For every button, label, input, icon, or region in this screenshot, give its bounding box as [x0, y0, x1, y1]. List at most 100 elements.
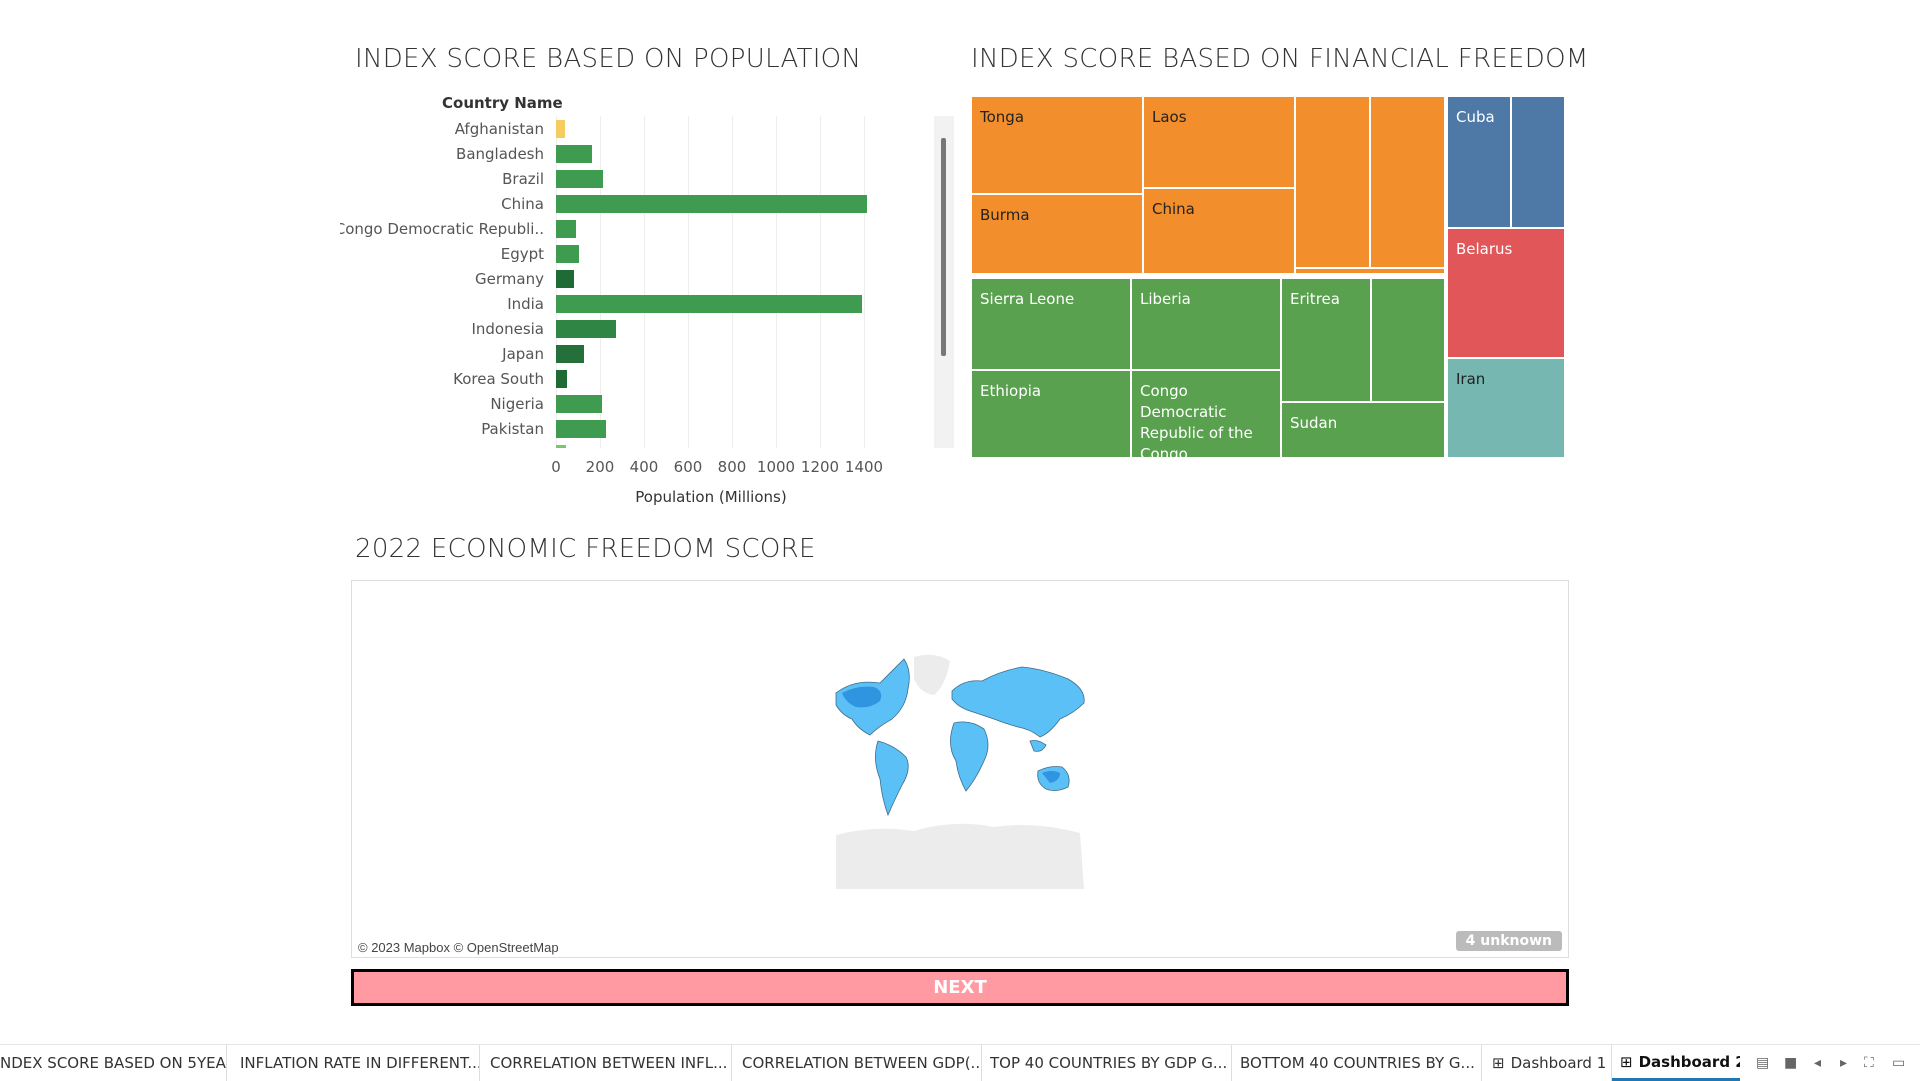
- treemap-cell-unlabeled[interactable]: [1295, 268, 1445, 274]
- treemap-cell-label: Eritrea: [1290, 290, 1340, 308]
- presentation-mode-icon[interactable]: ▭: [1892, 1055, 1905, 1071]
- x-axis: 0 200 400 600 800 1000 1200 1400: [550, 458, 890, 480]
- bar[interactable]: [556, 145, 593, 163]
- y-tick-label: Germany: [475, 270, 544, 288]
- map-title: 2022 ECONOMIC FREEDOM SCORE: [355, 534, 816, 564]
- y-tick-label: Congo Democratic Republi..: [340, 220, 544, 238]
- tab-index-score-5year[interactable]: NDEX SCORE BASED ON 5YEA...: [0, 1045, 227, 1081]
- bar[interactable]: [556, 395, 603, 413]
- treemap-cell-burma[interactable]: Burma: [971, 194, 1143, 274]
- tab-dashboard-2[interactable]: ⊞ Dashboard 2: [1612, 1045, 1740, 1081]
- y-tick-label: Korea South: [453, 370, 544, 388]
- treemap-cell-label: Burma: [980, 206, 1030, 224]
- x-tick-label: 1200: [800, 458, 840, 476]
- gridline: [864, 116, 865, 448]
- dashboard-icon: ⊞: [1492, 1054, 1505, 1072]
- treemap-cell-sierra-leone[interactable]: Sierra Leone: [971, 278, 1131, 370]
- bar[interactable]: [556, 445, 566, 448]
- treemap-cell-congo-democratic-republic-of-the-congo[interactable]: Congo Democratic Republic of the Congo: [1131, 370, 1281, 463]
- bar[interactable]: [556, 370, 568, 388]
- population-bar-chart[interactable]: Country Name Afghanistan Bangladesh Brazil…: [340, 90, 960, 510]
- treemap-cell-unlabeled[interactable]: [1371, 278, 1445, 402]
- x-tick-label: 600: [673, 458, 703, 476]
- y-tick-label: Brazil: [502, 170, 544, 188]
- treemap-cell-label: Sierra Leone: [980, 290, 1075, 308]
- next-sheet-icon[interactable]: ▸: [1840, 1055, 1847, 1071]
- bar[interactable]: [556, 195, 867, 213]
- tab-label: CORRELATION BETWEEN INFL...: [490, 1054, 728, 1072]
- y-tick-label: Afghanistan: [454, 120, 544, 138]
- scrollbar-thumb[interactable]: [941, 138, 946, 356]
- bar[interactable]: [556, 170, 604, 188]
- tab-dashboard-1[interactable]: ⊞ Dashboard 1: [1482, 1045, 1612, 1081]
- tab-inflation-rate[interactable]: INFLATION RATE IN DIFFERENT...: [226, 1045, 480, 1081]
- treemap-cell-unlabeled[interactable]: [1511, 96, 1565, 228]
- financial-freedom-treemap[interactable]: Tonga Burma Laos China Sierra Leone Ethiopia L…: [971, 96, 1565, 463]
- bar[interactable]: [556, 220, 577, 238]
- treemap-cell-ethiopia[interactable]: Ethiopia: [971, 370, 1131, 458]
- treemap-cell-liberia[interactable]: Liberia: [1131, 278, 1281, 370]
- bar[interactable]: [556, 320, 617, 338]
- tab-correlation-inflation[interactable]: CORRELATION BETWEEN INFL...: [480, 1045, 732, 1081]
- tab-top-40-countries[interactable]: TOP 40 COUNTRIES BY GDP G...: [982, 1045, 1232, 1081]
- treemap-cell-unlabeled[interactable]: [1295, 96, 1370, 268]
- population-chart-title: INDEX SCORE BASED ON POPULATION: [355, 44, 862, 74]
- sheet-tab-bar: NDEX SCORE BASED ON 5YEA... INFLATION RA…: [0, 1044, 1920, 1081]
- next-button[interactable]: NEXT: [351, 969, 1569, 1006]
- antarctica: [836, 823, 1084, 889]
- bar[interactable]: [556, 245, 579, 263]
- treemap-cell-laos[interactable]: Laos: [1143, 96, 1295, 188]
- gridline: [820, 116, 821, 448]
- treemap-cell-label: Cuba: [1456, 108, 1495, 126]
- tab-bottom-40-countries[interactable]: BOTTOM 40 COUNTRIES BY G...: [1232, 1045, 1482, 1081]
- tab-label: Dashboard 2: [1638, 1052, 1740, 1071]
- tab-label: TOP 40 COUNTRIES BY GDP G...: [990, 1054, 1228, 1072]
- y-tick-label: Nigeria: [490, 395, 544, 413]
- scrollbar-track[interactable]: [934, 116, 954, 448]
- treemap-cell-eritrea[interactable]: Eritrea: [1281, 278, 1371, 402]
- bar[interactable]: [556, 120, 565, 138]
- treemap-cell-label: Iran: [1456, 370, 1486, 388]
- y-tick-label: Pakistan: [481, 420, 544, 438]
- treemap-cell-belarus[interactable]: Belarus: [1447, 228, 1565, 358]
- world-map[interactable]: [834, 649, 1090, 901]
- y-tick-label: Japan: [502, 345, 544, 363]
- tab-label: Dashboard 1: [1510, 1054, 1607, 1072]
- treemap-cell-cuba[interactable]: Cuba: [1447, 96, 1511, 228]
- gridline: [688, 116, 689, 448]
- treemap-cell-iran[interactable]: Iran: [1447, 358, 1565, 458]
- gridline: [776, 116, 777, 448]
- map-attribution[interactable]: © 2023 Mapbox © OpenStreetMap: [358, 940, 559, 955]
- treemap-cell-label: Laos: [1152, 108, 1187, 126]
- bar[interactable]: [556, 295, 863, 313]
- treemap-cell-label: Ethiopia: [980, 382, 1042, 400]
- y-tick-label: Indonesia: [471, 320, 544, 338]
- plot-area: [550, 116, 890, 448]
- bar[interactable]: [556, 270, 575, 288]
- south-america: [875, 740, 909, 817]
- x-tick-label: 0: [551, 458, 561, 476]
- world-map-panel[interactable]: © 2023 Mapbox © OpenStreetMap 4 unknown: [351, 580, 1569, 958]
- x-tick-label: 1400: [844, 458, 884, 476]
- gridline: [732, 116, 733, 448]
- treemap-cell-china[interactable]: China: [1143, 188, 1295, 274]
- treemap-cell-unlabeled[interactable]: [1370, 96, 1445, 268]
- previous-sheet-icon[interactable]: ◂: [1814, 1055, 1821, 1071]
- treemap-cell-label: Congo Democratic Republic of the Congo: [1140, 382, 1253, 463]
- filmstrip-icon[interactable]: ■: [1784, 1055, 1797, 1071]
- show-tabs-icon[interactable]: ▤: [1756, 1055, 1769, 1071]
- treemap-cell-tonga[interactable]: Tonga: [971, 96, 1143, 194]
- gridline: [644, 116, 645, 448]
- fullscreen-icon[interactable]: ⛶: [1864, 1055, 1874, 1071]
- dashboard-icon: ⊞: [1620, 1052, 1633, 1071]
- treemap-cell-label: Belarus: [1456, 240, 1513, 258]
- y-tick-label: Egypt: [500, 245, 544, 263]
- unknown-values-badge[interactable]: 4 unknown: [1455, 931, 1562, 951]
- treemap-cell-label: Sudan: [1290, 414, 1338, 432]
- column-header: Country Name: [442, 94, 563, 112]
- bar[interactable]: [556, 420, 606, 438]
- treemap-cell-sudan[interactable]: Sudan: [1281, 402, 1445, 458]
- treemap-cell-label: Liberia: [1140, 290, 1191, 308]
- bar[interactable]: [556, 345, 584, 363]
- tab-correlation-gdp[interactable]: CORRELATION BETWEEN GDP(...: [732, 1045, 982, 1081]
